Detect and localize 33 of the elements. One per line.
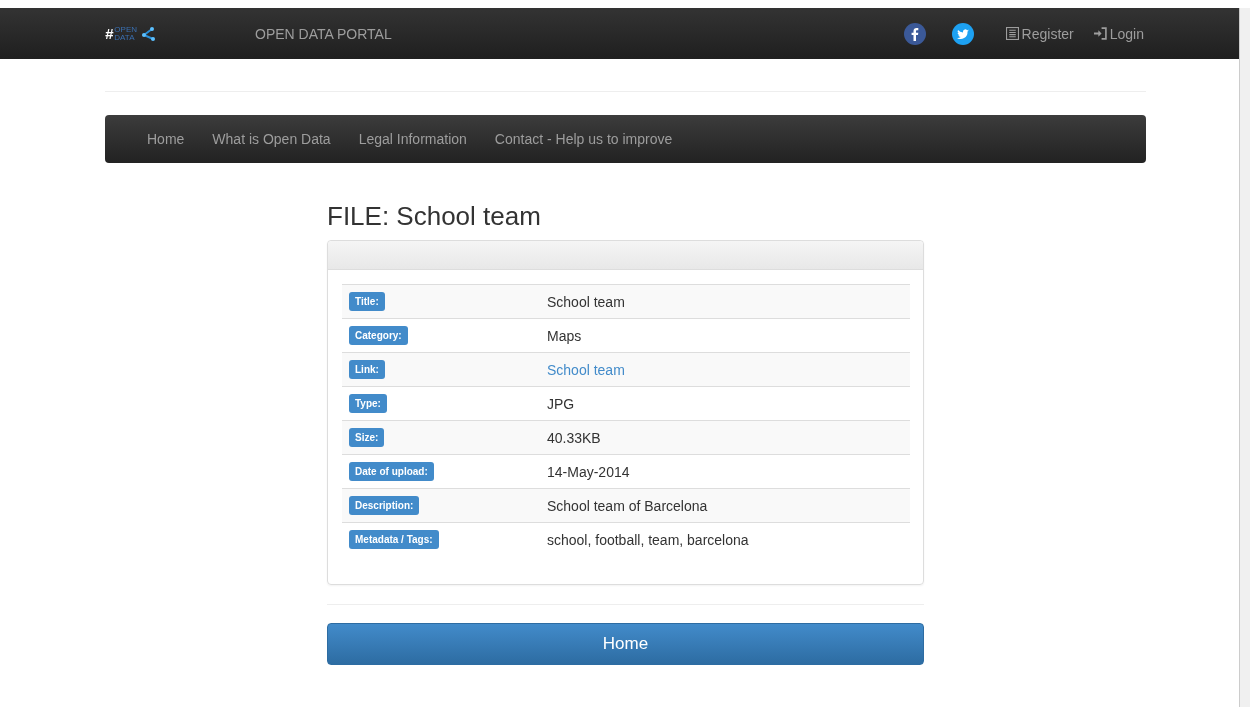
list-icon — [1005, 27, 1019, 40]
field-value: 14-May-2014 — [547, 463, 630, 480]
field-value: JPG — [547, 395, 575, 412]
register-link[interactable]: Register — [1005, 25, 1074, 42]
field-label: Metadata / Tags: — [349, 530, 439, 549]
portal-title: OPEN DATA PORTAL — [255, 25, 392, 42]
logo-text: OPEN DATA — [114, 25, 138, 42]
field-label: Size: — [349, 428, 385, 447]
field-label: Date of upload: — [349, 462, 434, 481]
nav-link[interactable]: Home — [133, 131, 199, 147]
field-value: School team of Barcelona — [547, 497, 708, 514]
logo-mark: # — [105, 25, 114, 42]
field-value: 40.33KB — [547, 429, 601, 446]
scrollbar[interactable] — [1239, 8, 1250, 707]
field-value: School team — [547, 293, 625, 310]
field-label: Title: — [349, 292, 385, 311]
field-value: Maps — [547, 327, 582, 344]
field-label: Category: — [349, 326, 408, 345]
twitter-icon[interactable] — [951, 22, 974, 45]
nav-link[interactable]: What is Open Data — [198, 131, 345, 147]
network-icon — [141, 26, 156, 41]
home-button[interactable]: Home — [327, 623, 924, 665]
login-link[interactable]: Login — [1093, 25, 1144, 42]
field-label: Type: — [349, 394, 387, 413]
login-icon — [1093, 27, 1107, 40]
nav-link[interactable]: Contact - Help us to improve — [480, 131, 687, 147]
file-link[interactable]: School team — [547, 361, 625, 378]
field-value: school, football, team, barcelona — [547, 531, 749, 548]
nav-link[interactable]: Legal Information — [344, 131, 481, 147]
field-label: Link: — [349, 360, 385, 379]
field-label: Description: — [349, 496, 420, 515]
page-title: FILE: School team — [327, 201, 542, 232]
facebook-icon[interactable] — [903, 22, 926, 45]
